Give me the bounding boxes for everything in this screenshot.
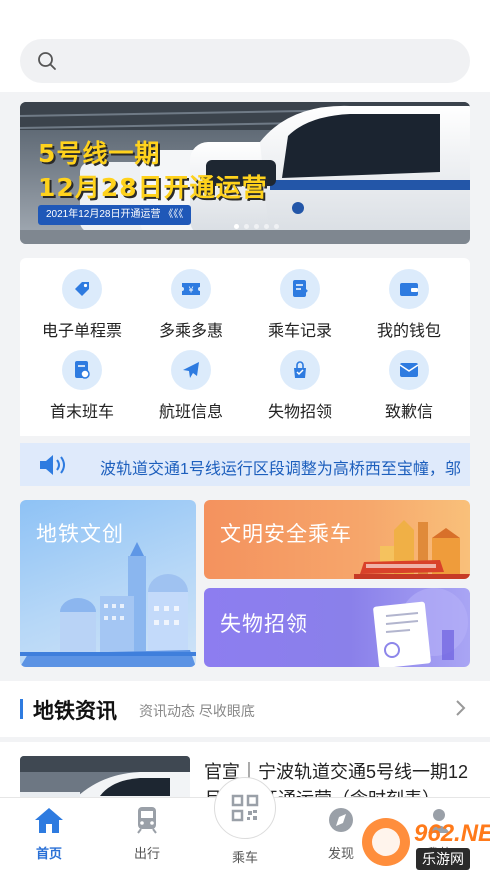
- tab-label: 首页: [35, 846, 62, 861]
- service-wallet[interactable]: 我的钱包: [353, 258, 465, 340]
- service-label: 我的钱包: [376, 323, 441, 340]
- service-label: 失物招领: [267, 404, 332, 421]
- tab-travel[interactable]: 出行: [112, 806, 182, 862]
- tab-label: 出行: [133, 846, 160, 861]
- service-label: 多乘多惠: [158, 323, 223, 340]
- notice-bar[interactable]: 波轨道交通1号线运行区段调整为高桥西至宝幢，邬: [20, 443, 470, 486]
- news-subheading: 资讯动态 尽收眼底: [139, 703, 255, 719]
- watermark-logo-icon: [362, 818, 410, 866]
- search-bar[interactable]: [20, 39, 470, 83]
- service-label: 乘车记录: [267, 323, 332, 340]
- home-icon: [35, 808, 63, 833]
- timetable-icon: [62, 350, 102, 390]
- watermark-brand: 962.NET: [414, 820, 490, 847]
- svg-text:¥: ¥: [188, 286, 193, 295]
- service-label: 首末班车: [49, 404, 114, 421]
- banner-pagination[interactable]: [234, 224, 279, 229]
- service-flight-info[interactable]: 航班信息: [135, 339, 247, 421]
- tile-metro-creative[interactable]: 地铁文创: [20, 500, 196, 667]
- wallet-icon: [389, 269, 429, 309]
- banner-title-line1: 5号线一期: [38, 139, 161, 168]
- service-apology-letter[interactable]: 致歉信: [353, 339, 465, 421]
- banner-dot[interactable]: [274, 224, 279, 229]
- section-accent-bar: [20, 699, 23, 719]
- banner-dot[interactable]: [254, 224, 259, 229]
- service-label: 电子单程票: [41, 323, 122, 340]
- service-grid: 电子单程票 ¥ 多乘多惠 乘车记录 我的钱包 首末班车 航班信息 失物招领 致歉…: [20, 258, 470, 436]
- certificate-illustration: [373, 588, 468, 667]
- banner-dot[interactable]: [244, 224, 249, 229]
- service-label: 致歉信: [384, 404, 433, 421]
- search-icon: [38, 52, 56, 70]
- record-icon: [280, 269, 320, 309]
- qr-scan-icon: [231, 794, 259, 822]
- ticket-tag-icon: [62, 269, 102, 309]
- service-ride-records[interactable]: 乘车记录: [244, 258, 356, 340]
- banner-date-pill: 2021年12月28日开通运营 《《《: [38, 205, 192, 225]
- compass-icon: [329, 808, 353, 832]
- watermark-sub: 乐游网: [416, 848, 470, 870]
- service-lost-found[interactable]: 失物招领: [244, 339, 356, 421]
- service-first-last-train[interactable]: 首末班车: [26, 339, 138, 421]
- site-watermark: 962.NET 乐游网: [356, 814, 490, 870]
- service-label: 航班信息: [158, 404, 223, 421]
- city-illustration: [20, 542, 196, 667]
- speaker-icon: [40, 455, 65, 475]
- news-header[interactable]: 地铁资讯 资讯动态 尽收眼底: [0, 681, 490, 737]
- tab-ride-scan-button[interactable]: [214, 777, 276, 839]
- mail-icon: [389, 350, 429, 390]
- search-input[interactable]: [68, 39, 458, 83]
- banner-dot[interactable]: [264, 224, 269, 229]
- banner-dot[interactable]: [234, 224, 239, 229]
- tab-label: 乘车: [231, 850, 258, 865]
- notice-text: 波轨道交通1号线运行区段调整为高桥西至宝幢，邬: [100, 461, 461, 478]
- tab-home[interactable]: 首页: [14, 806, 84, 862]
- service-multi-discount[interactable]: ¥ 多乘多惠: [135, 258, 247, 340]
- lost-found-icon: [280, 350, 320, 390]
- skyline-illustration: [354, 520, 470, 579]
- banner-title-line2: 12月28日开通运营: [38, 173, 268, 202]
- train-icon: [137, 807, 157, 834]
- news-heading: 地铁资讯: [33, 700, 117, 723]
- tile-safe-ride[interactable]: 文明安全乘车: [204, 500, 470, 579]
- coupon-icon: ¥: [171, 269, 211, 309]
- chevron-right-icon[interactable]: [454, 699, 466, 717]
- service-e-ticket[interactable]: 电子单程票: [26, 258, 138, 340]
- tile-lost-found[interactable]: 失物招领: [204, 588, 470, 667]
- plane-icon: [171, 350, 211, 390]
- promo-banner[interactable]: 5号线一期 12月28日开通运营 2021年12月28日开通运营 《《《: [20, 102, 470, 244]
- header-area: [0, 0, 490, 92]
